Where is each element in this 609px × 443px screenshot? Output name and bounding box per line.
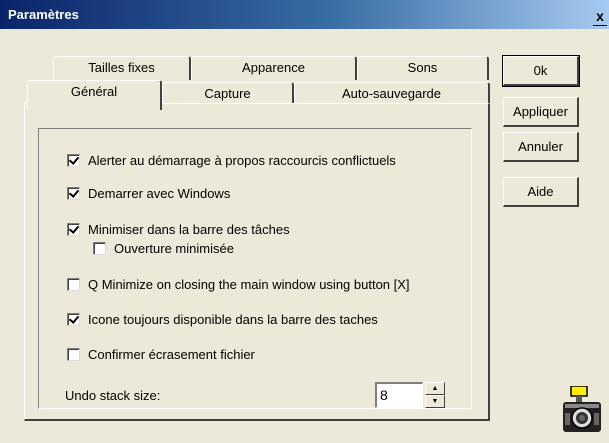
option-label: Icone toujours disponible dans la barre … bbox=[88, 311, 378, 327]
tab-label: Général bbox=[70, 84, 118, 99]
spin-up-icon[interactable]: ▲ bbox=[425, 382, 445, 395]
window-title: Paramètres bbox=[8, 7, 79, 22]
tab-tailles-fixes[interactable]: Tailles fixes bbox=[53, 56, 191, 80]
option-confirm-overwrite[interactable]: Confirmer écrasement fichier bbox=[67, 346, 255, 362]
tab-general[interactable]: Général bbox=[27, 80, 162, 110]
checkbox[interactable] bbox=[67, 222, 80, 236]
title-bar: Paramètres x bbox=[0, 0, 609, 29]
option-label: Alerter au démarrage à propos raccourcis… bbox=[88, 152, 396, 168]
camera-icon bbox=[563, 386, 601, 432]
undo-stack-input[interactable]: 8 bbox=[375, 382, 423, 408]
tab-panel-general: Alerter au démarrage à propos raccourcis… bbox=[24, 103, 490, 421]
ok-button[interactable]: 0k bbox=[502, 55, 580, 87]
tab-label: Sons bbox=[407, 60, 438, 75]
checkbox[interactable] bbox=[67, 153, 80, 167]
checkbox[interactable] bbox=[67, 277, 80, 291]
tab-sons[interactable]: Sons bbox=[357, 56, 489, 80]
tab-label: Auto-sauvegarde bbox=[341, 86, 441, 101]
tab-label: Tailles fixes bbox=[88, 60, 155, 75]
undo-stack-spinner[interactable]: 8 ▲ ▼ bbox=[375, 382, 445, 408]
option-start-with-windows[interactable]: Demarrer avec Windows bbox=[67, 185, 230, 201]
option-alert-conflicts[interactable]: Alerter au démarrage à propos raccourcis… bbox=[67, 152, 396, 168]
tab-apparence[interactable]: Apparence bbox=[191, 56, 357, 80]
tab-label: Capture bbox=[204, 86, 251, 101]
undo-stack-label: Undo stack size: bbox=[65, 388, 161, 403]
option-open-minimized[interactable]: Ouverture minimisée bbox=[93, 240, 234, 256]
options-group: Alerter au démarrage à propos raccourcis… bbox=[38, 128, 472, 409]
apply-button[interactable]: Appliquer bbox=[503, 97, 579, 127]
checkbox[interactable] bbox=[67, 312, 80, 326]
option-tray-icon-always[interactable]: Icone toujours disponible dans la barre … bbox=[67, 311, 378, 327]
close-icon[interactable]: x bbox=[593, 8, 607, 26]
checkbox[interactable] bbox=[67, 347, 80, 361]
option-label: Ouverture minimisée bbox=[114, 240, 234, 256]
option-label: Confirmer écrasement fichier bbox=[88, 346, 255, 362]
spin-down-icon[interactable]: ▼ bbox=[425, 395, 445, 408]
checkbox[interactable] bbox=[93, 241, 106, 255]
option-label: Minimiser dans la barre des tâches bbox=[88, 221, 290, 237]
help-button[interactable]: Aide bbox=[503, 177, 579, 207]
option-label: Q Minimize on closing the main window us… bbox=[88, 276, 410, 292]
checkbox[interactable] bbox=[67, 186, 80, 200]
cancel-button[interactable]: Annuler bbox=[503, 132, 579, 162]
option-label: Demarrer avec Windows bbox=[88, 185, 231, 201]
option-minimize-to-tray[interactable]: Minimiser dans la barre des tâches bbox=[67, 221, 290, 237]
option-minimize-on-close[interactable]: Q Minimize on closing the main window us… bbox=[67, 276, 410, 292]
tab-label: Apparence bbox=[242, 60, 305, 75]
